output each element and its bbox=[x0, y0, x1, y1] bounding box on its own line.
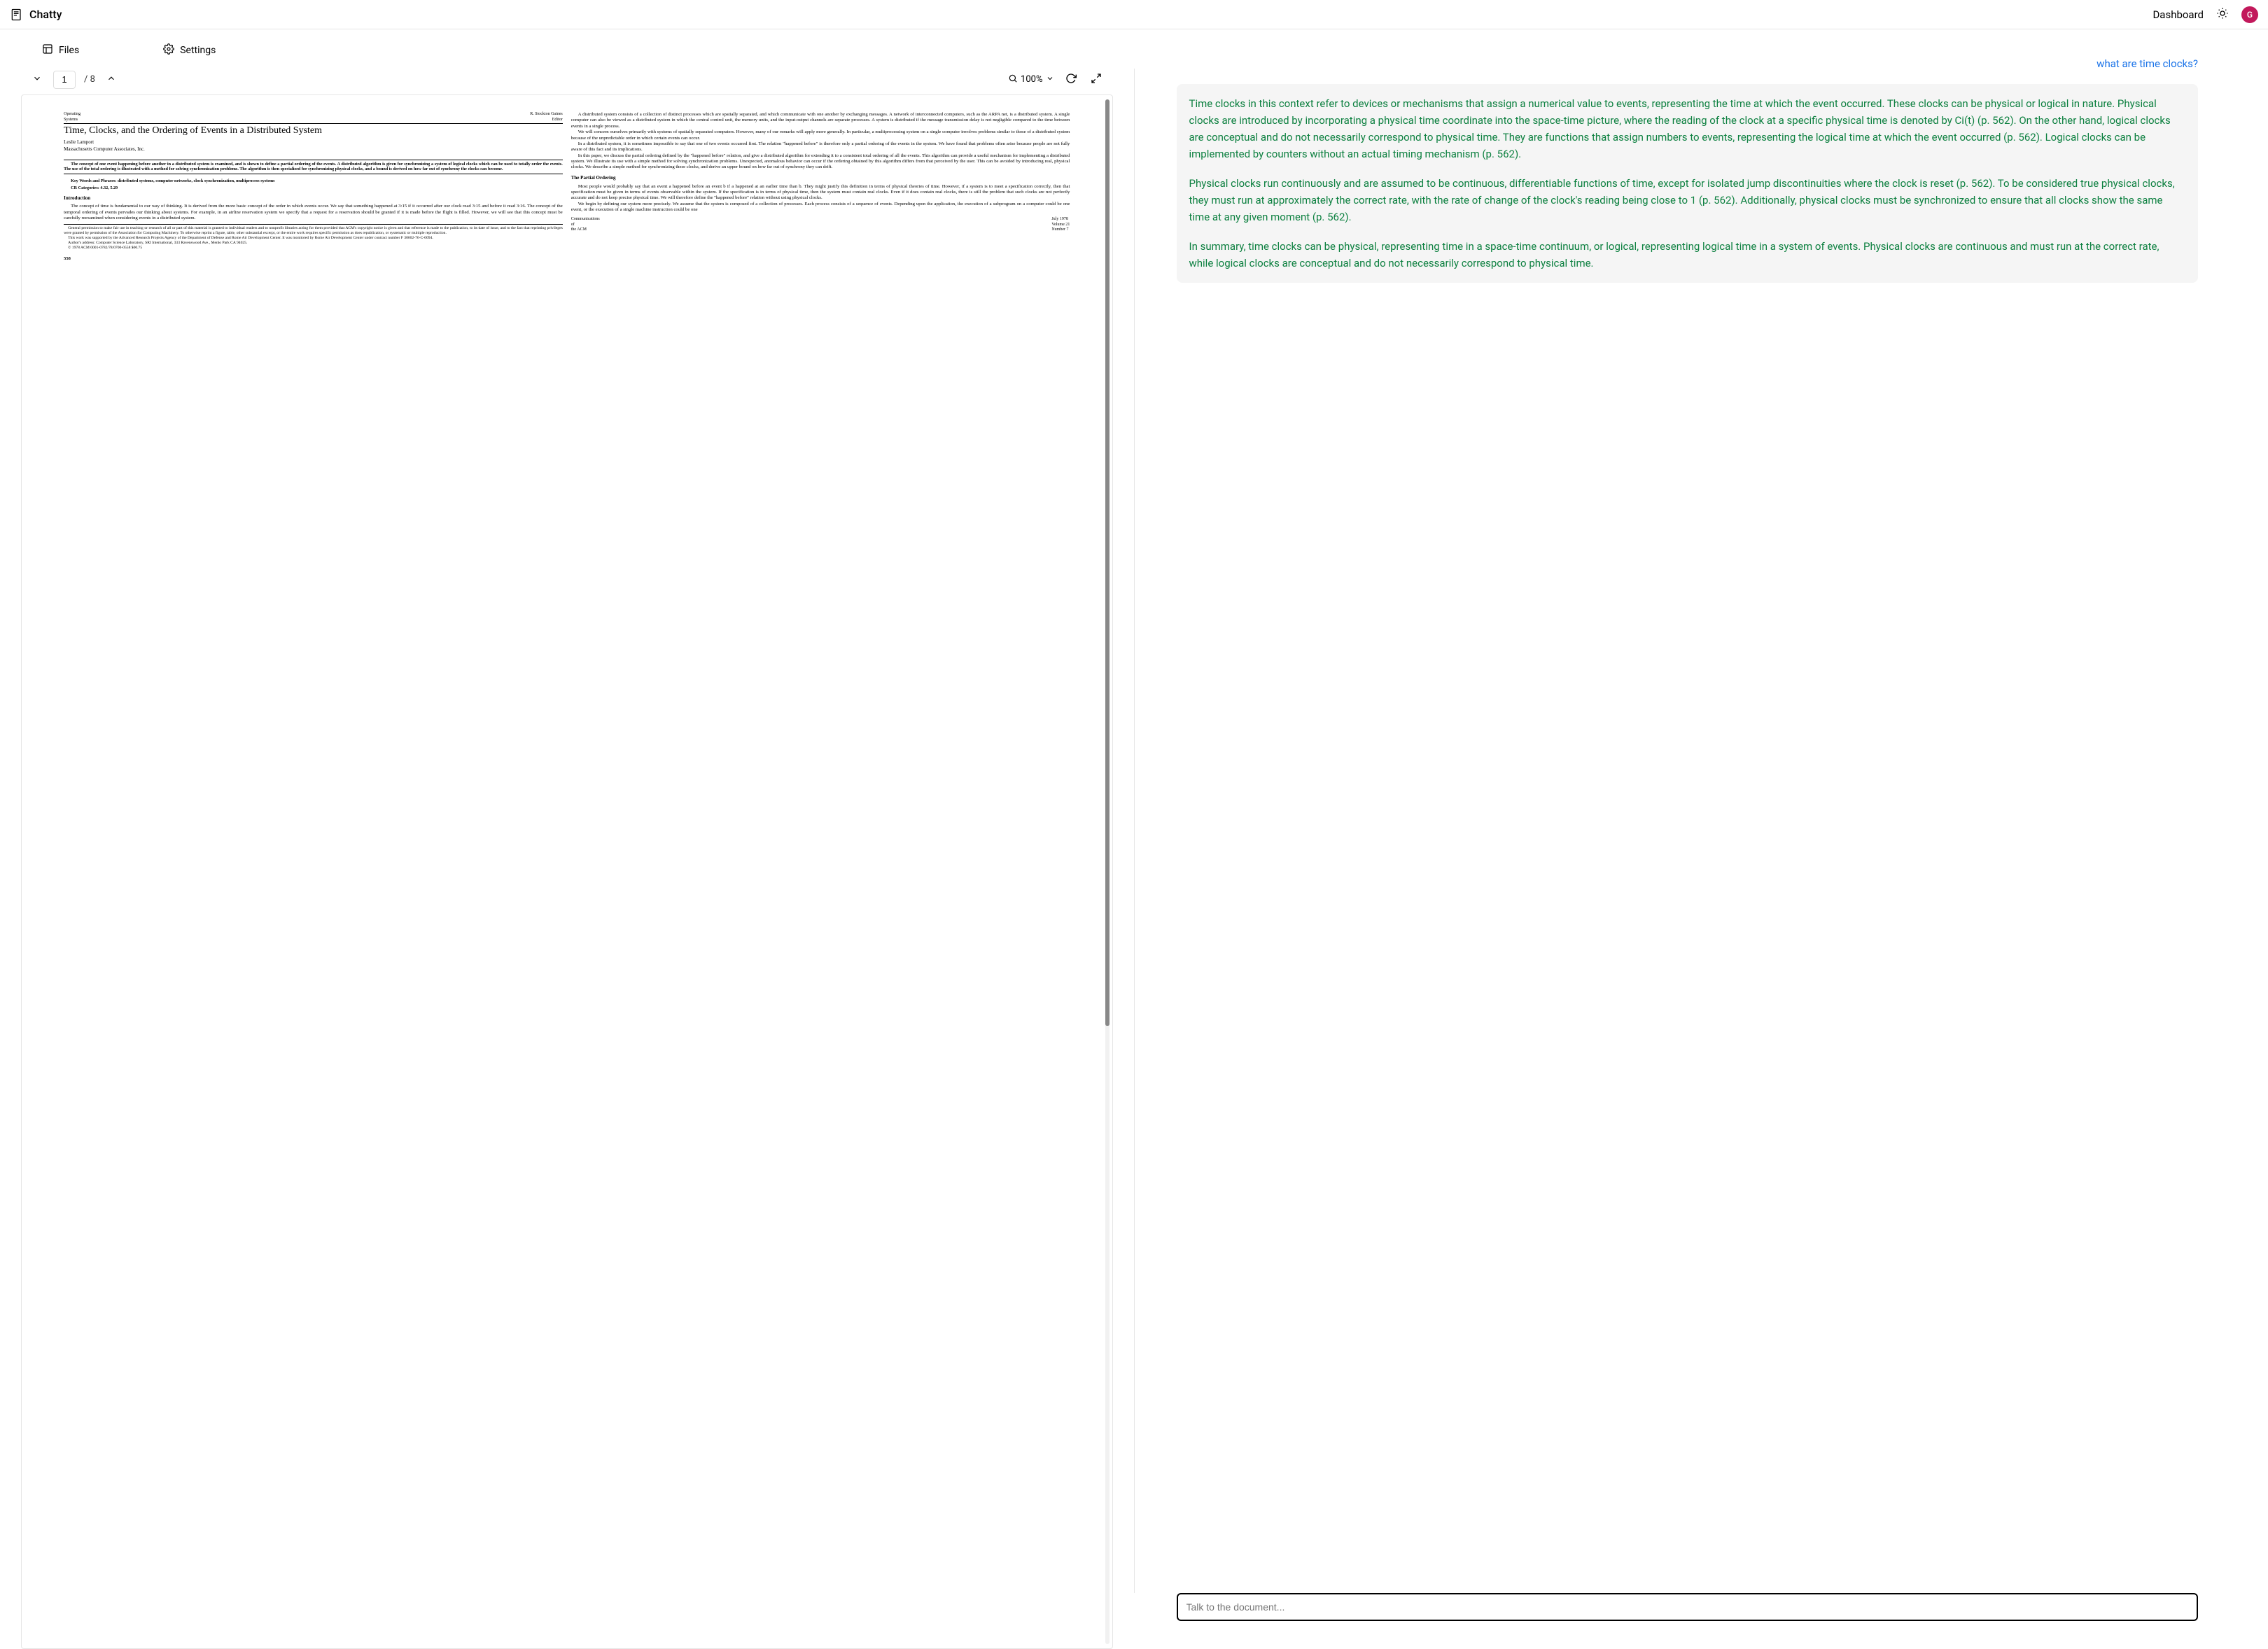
prev-page-button[interactable] bbox=[29, 71, 45, 88]
assistant-message: Time clocks in this context refer to dev… bbox=[1177, 84, 2199, 283]
page-number-input[interactable] bbox=[53, 71, 76, 89]
footer-text: Volume 21 bbox=[1051, 223, 1070, 228]
paper-affiliation: Massachusetts Computer Associates, Inc. bbox=[64, 146, 563, 153]
assistant-paragraph: Physical clocks run continuously and are… bbox=[1189, 175, 2186, 225]
chat-pane: what are time clocks? Time clocks in thi… bbox=[1135, 29, 2268, 1649]
tab-files[interactable]: Files bbox=[42, 43, 79, 57]
brand-block: Chatty bbox=[10, 8, 62, 22]
user-message: what are time clocks? bbox=[1177, 57, 2199, 70]
tab-settings[interactable]: Settings bbox=[163, 43, 216, 57]
main-split: Files Settings / 8 bbox=[0, 29, 2268, 1649]
body-text: The concept of time is fundamental to ou… bbox=[64, 204, 563, 221]
left-tabs: Files Settings bbox=[21, 29, 1113, 64]
body-text: We will concern ourselves primarily with… bbox=[571, 129, 1070, 141]
body-text: A distributed system consists of a colle… bbox=[571, 112, 1070, 129]
chat-input[interactable] bbox=[1177, 1593, 2199, 1621]
app-logo-icon bbox=[10, 8, 24, 22]
theme-toggle-button[interactable] bbox=[2213, 4, 2232, 24]
paper-cr-categories: CR Categories: 4.32, 5.29 bbox=[64, 185, 563, 191]
files-icon bbox=[42, 43, 53, 57]
body-text: Most people would probably say that an e… bbox=[571, 184, 1070, 202]
app-name: Chatty bbox=[29, 8, 62, 21]
next-page-button[interactable] bbox=[104, 71, 119, 88]
footer-text: of bbox=[571, 223, 600, 228]
expand-icon bbox=[1091, 73, 1102, 86]
doc-section-hdr: Systems bbox=[64, 118, 80, 123]
body-text: In this paper, we discuss the partial or… bbox=[571, 153, 1070, 171]
pdf-toolbar: / 8 100% bbox=[21, 64, 1113, 94]
doc-section-hdr: Operating bbox=[64, 112, 80, 118]
reload-button[interactable] bbox=[1063, 70, 1079, 89]
sun-icon bbox=[2216, 7, 2229, 22]
chevron-down-icon bbox=[1046, 74, 1054, 85]
scrollbar-thumb[interactable] bbox=[1105, 99, 1110, 1026]
chevron-up-icon bbox=[106, 73, 116, 85]
paper-abstract: The concept of one event happening befor… bbox=[64, 160, 563, 175]
section-heading: The Partial Ordering bbox=[571, 175, 1070, 181]
footnote: © 1978 ACM 0001-0782/78/0700-0558 $00.75 bbox=[64, 246, 563, 251]
tab-settings-label: Settings bbox=[180, 45, 216, 56]
footnote: General permission to make fair use in t… bbox=[64, 226, 563, 236]
topbar: Chatty Dashboard G bbox=[0, 0, 2268, 29]
assistant-paragraph: In summary, time clocks can be physical,… bbox=[1189, 238, 2186, 272]
page-number: 558 bbox=[64, 256, 563, 262]
doc-editor-label: Editor bbox=[530, 118, 563, 123]
search-icon bbox=[1008, 73, 1018, 86]
chat-input-wrap bbox=[1149, 1586, 2241, 1635]
paper-title: Time, Clocks, and the Ordering of Events… bbox=[64, 125, 563, 136]
fullscreen-button[interactable] bbox=[1088, 70, 1105, 89]
gear-icon bbox=[163, 43, 174, 57]
reload-icon bbox=[1065, 73, 1077, 86]
zoom-control[interactable]: 100% bbox=[1008, 73, 1054, 86]
pdf-page: Operating Systems R. Stockton Gaines Edi… bbox=[61, 109, 1072, 1634]
footer-text: the ACM bbox=[571, 227, 600, 233]
chevron-down-icon bbox=[32, 73, 42, 85]
assistant-paragraph: Time clocks in this context refer to dev… bbox=[1189, 95, 2186, 162]
footnote: This work was supported by the Advanced … bbox=[64, 236, 563, 241]
zoom-value: 100% bbox=[1021, 74, 1042, 85]
chat-scroll: what are time clocks? Time clocks in thi… bbox=[1149, 43, 2241, 1586]
body-text: We begin by defining our system more pre… bbox=[571, 202, 1070, 213]
footer-text: July 1978 bbox=[1051, 217, 1070, 223]
paper-keywords: Key Words and Phrases: distributed syste… bbox=[64, 178, 563, 184]
scrollbar[interactable] bbox=[1105, 99, 1110, 1644]
footer-text: Number 7 bbox=[1051, 227, 1070, 233]
tab-files-label: Files bbox=[59, 45, 79, 56]
body-text: In a distributed system, it is sometimes… bbox=[571, 141, 1070, 153]
left-pane: Files Settings / 8 bbox=[0, 29, 1134, 1649]
paper-author: Leslie Lamport bbox=[64, 139, 563, 146]
document-viewer: Operating Systems R. Stockton Gaines Edi… bbox=[21, 94, 1113, 1649]
dashboard-link[interactable]: Dashboard bbox=[2152, 8, 2204, 21]
section-heading: Introduction bbox=[64, 195, 563, 202]
topbar-right: Dashboard G bbox=[2152, 4, 2258, 24]
page-total-label: / 8 bbox=[84, 74, 95, 85]
footer-text: Communications bbox=[571, 217, 600, 223]
user-avatar[interactable]: G bbox=[2241, 6, 2258, 23]
doc-editor-name: R. Stockton Gaines bbox=[530, 112, 563, 118]
